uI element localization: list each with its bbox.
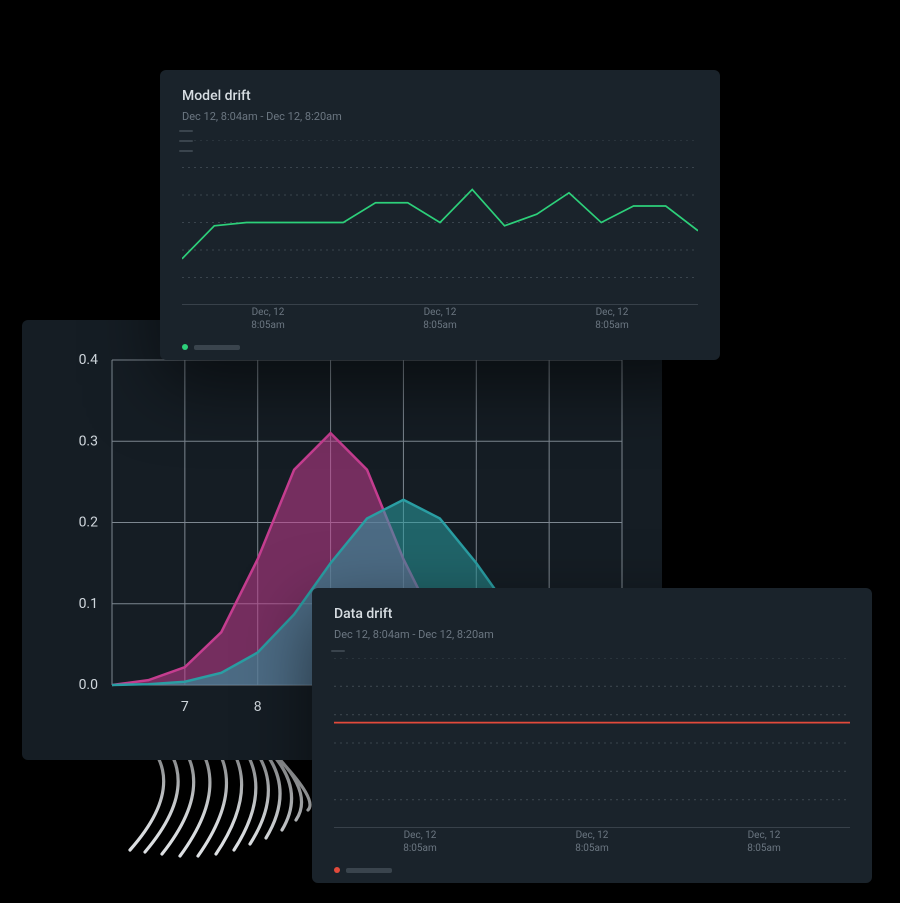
model-drift-xaxis: Dec, 128:05am Dec, 128:05am Dec, 128:05a… [182,306,698,332]
data-drift-legend [334,867,392,873]
data-drift-title: Data drift [334,606,850,622]
data-drift-subtitle: Dec 12, 8:04am - Dec 12, 8:20am [334,628,850,641]
xaxis-tick: Dec, 128:05am [403,829,437,855]
xaxis-tick: Dec, 128:05am [595,306,629,332]
svg-text:7: 7 [181,699,189,715]
data-drift-chart [334,658,850,828]
xaxis-tick: Dec, 128:05am [747,829,781,855]
model-drift-title: Model drift [182,88,698,104]
data-drift-xaxis: Dec, 128:05am Dec, 128:05am Dec, 128:05a… [334,829,850,855]
svg-text:0.3: 0.3 [79,433,98,449]
svg-text:0.2: 0.2 [79,515,99,531]
data-drift-panel: Data drift Dec 12, 8:04am - Dec 12, 8:20… [312,588,872,883]
svg-text:8: 8 [254,699,262,715]
model-drift-panel: Model drift Dec 12, 8:04am - Dec 12, 8:2… [160,70,720,360]
legend-placeholder-icon [194,345,240,350]
svg-text:0.1: 0.1 [79,596,98,612]
legend-dot-icon [334,867,340,873]
xaxis-tick: Dec, 128:05am [251,306,285,332]
model-drift-legend [182,344,240,350]
svg-text:0.4: 0.4 [79,352,99,368]
svg-text:0.0: 0.0 [79,677,99,693]
legend-dot-icon [182,344,188,350]
xaxis-tick: Dec, 128:05am [575,829,609,855]
xaxis-tick: Dec, 128:05am [423,306,457,332]
model-drift-subtitle: Dec 12, 8:04am - Dec 12, 8:20am [182,110,698,123]
legend-placeholder-icon [346,868,392,873]
model-drift-chart [182,140,698,305]
